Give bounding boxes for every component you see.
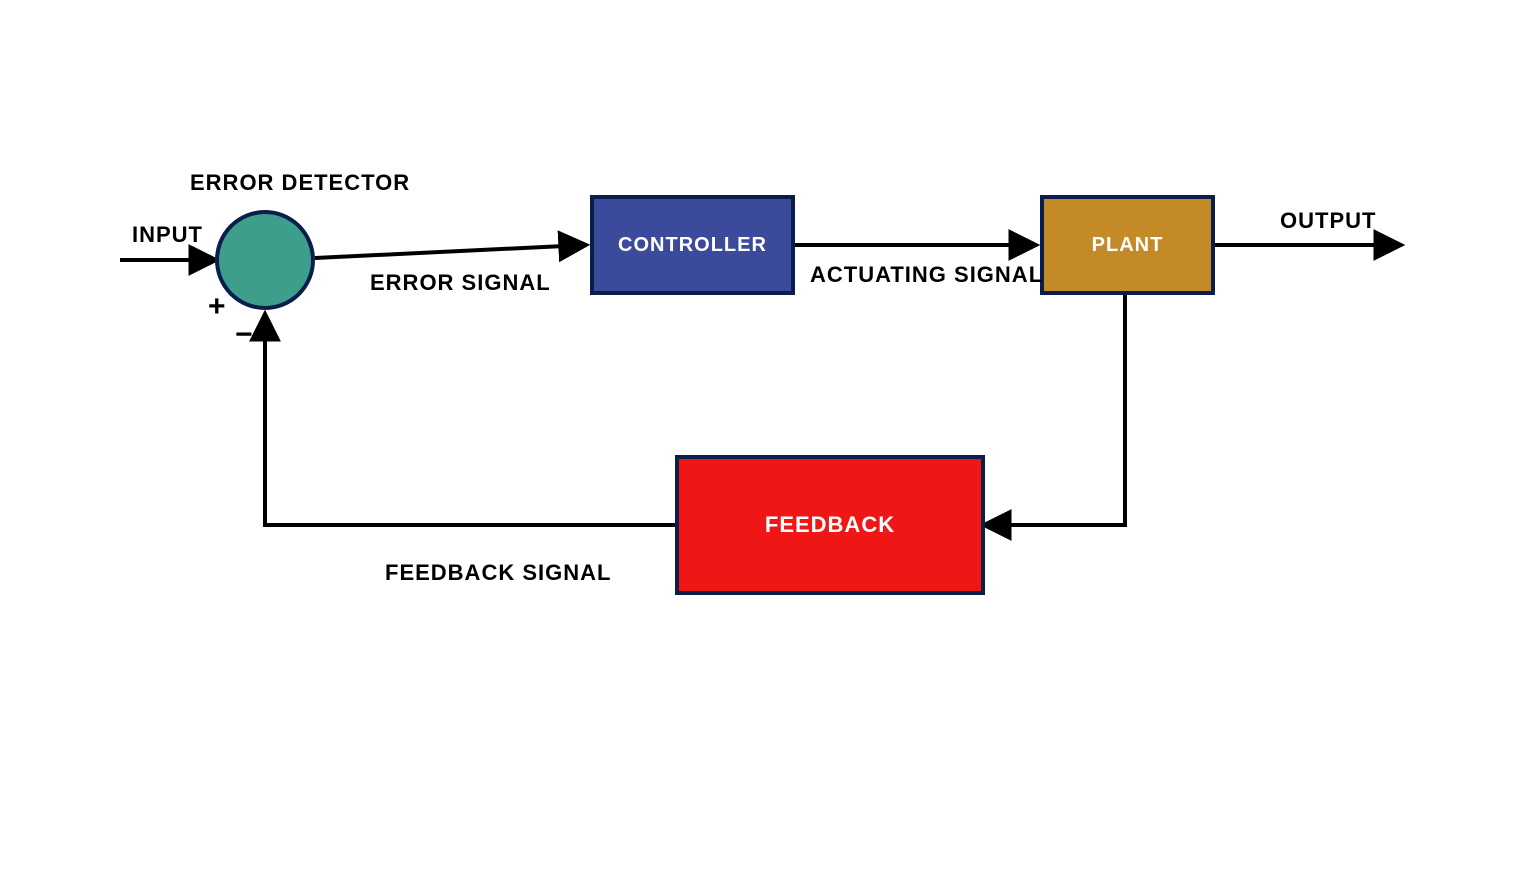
- arrow-error-signal: [315, 245, 585, 258]
- label-output: OUTPUT: [1280, 208, 1376, 234]
- plus-sign: +: [208, 290, 226, 324]
- label-error-detector: ERROR DETECTOR: [190, 170, 410, 196]
- label-error-signal: ERROR SIGNAL: [370, 270, 551, 296]
- minus-sign: −: [235, 318, 253, 352]
- feedback-block: FEEDBACK: [675, 455, 985, 595]
- label-actuating-signal: ACTUATING SIGNAL: [810, 262, 1043, 288]
- summing-junction: [215, 210, 315, 310]
- plant-block: PLANT: [1040, 195, 1215, 295]
- feedback-label: FEEDBACK: [765, 512, 895, 538]
- arrow-feedback-signal: [265, 315, 675, 525]
- controller-block: CONTROLLER: [590, 195, 795, 295]
- label-feedback-signal: FEEDBACK SIGNAL: [385, 560, 611, 586]
- controller-label: CONTROLLER: [618, 234, 767, 257]
- plant-label: PLANT: [1092, 234, 1164, 257]
- diagram-canvas: + − CONTROLLER PLANT FEEDBACK INPUT ERRO…: [40, 40, 1476, 832]
- arrows-layer: [40, 40, 1476, 832]
- label-input: INPUT: [132, 222, 203, 248]
